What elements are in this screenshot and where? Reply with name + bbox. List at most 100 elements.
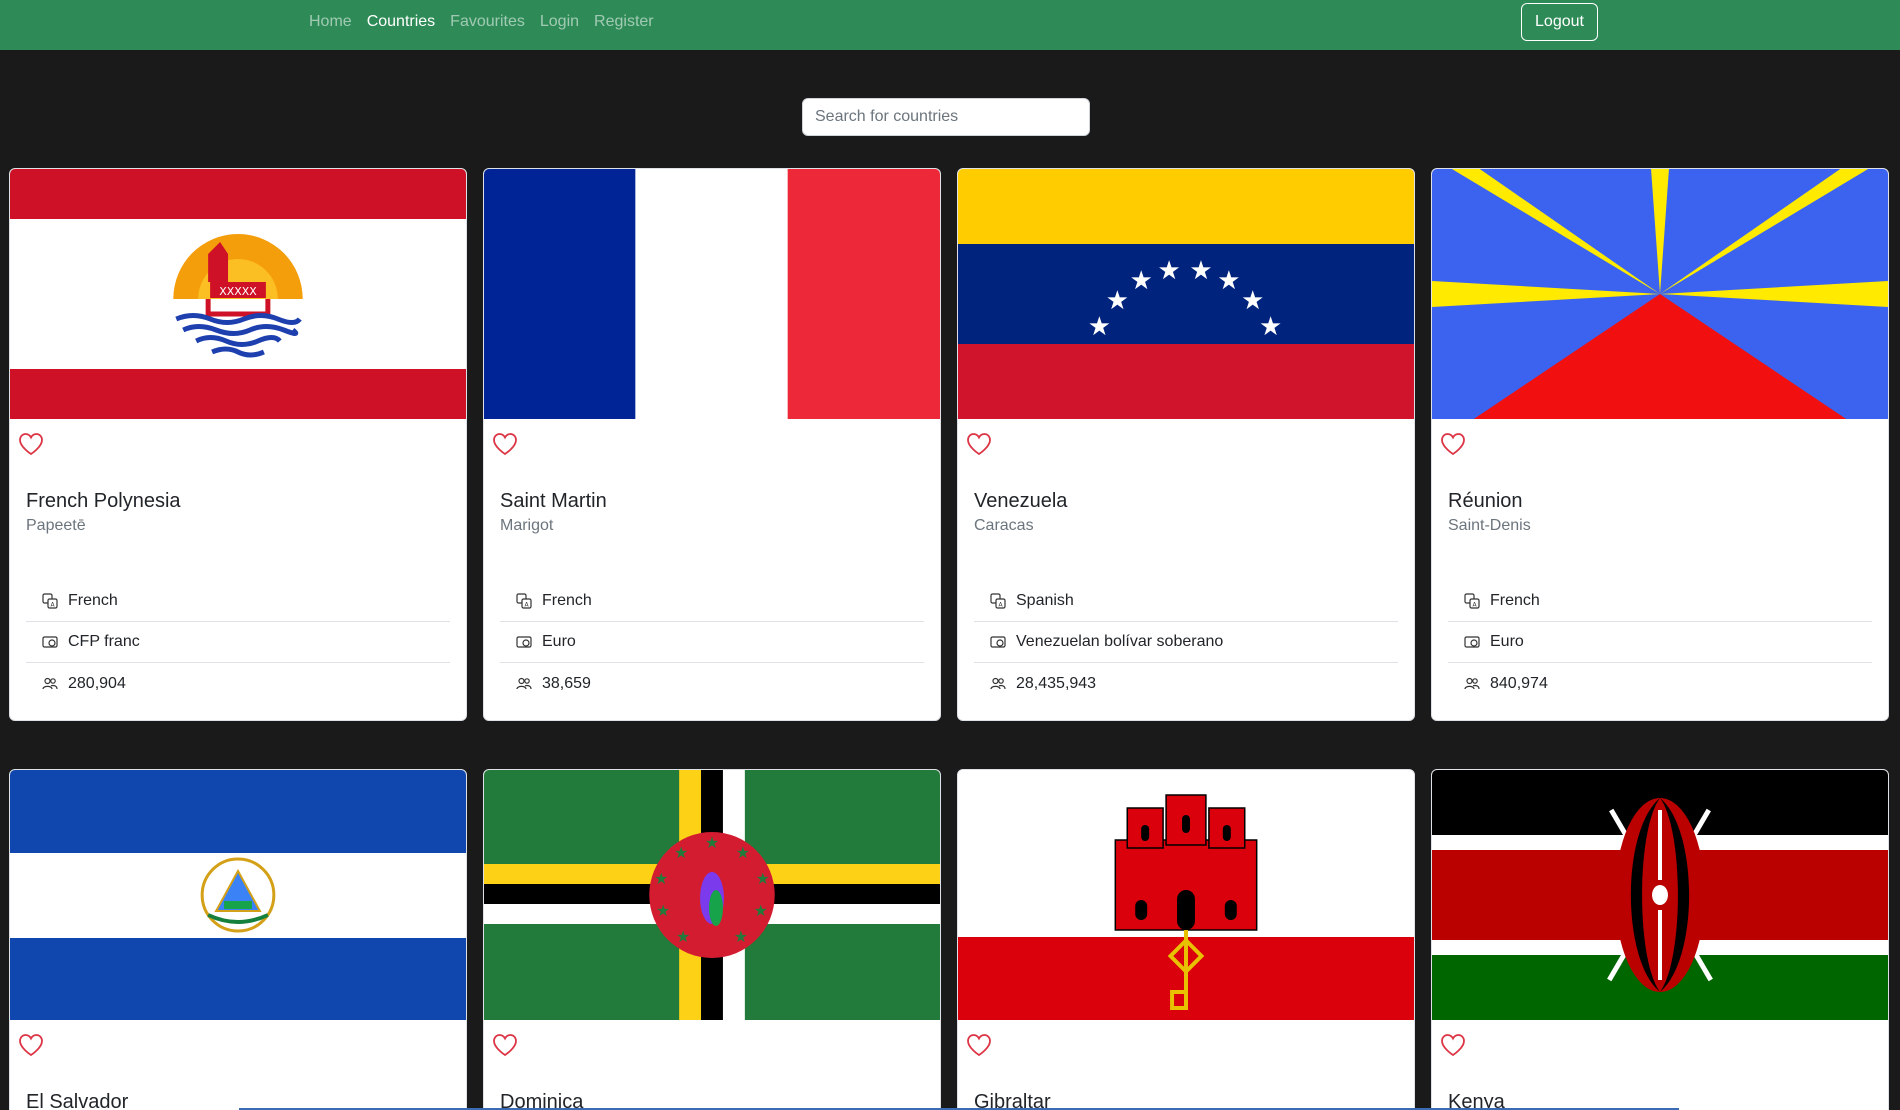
heart-icon[interactable] xyxy=(18,432,44,456)
currency-item: CFP franc xyxy=(26,622,450,663)
language-item: A French xyxy=(1448,581,1872,622)
country-card-venezuela[interactable]: ★ ★ ★ ★ ★ ★ ★ ★ Venezuela Caracas A Span… xyxy=(957,168,1415,721)
currency-item: Venezuelan bolívar soberano xyxy=(974,622,1398,663)
country-card-el-salvador[interactable]: El Salvador xyxy=(9,769,467,1110)
el-salvador-flag xyxy=(10,770,466,1020)
country-capital: Papeetē xyxy=(26,517,86,534)
country-name: El Salvador xyxy=(26,1091,129,1110)
svg-text:★: ★ xyxy=(756,869,770,888)
language-text: Spanish xyxy=(1016,592,1074,609)
svg-text:★: ★ xyxy=(1217,266,1240,296)
svg-text:★: ★ xyxy=(736,843,750,862)
heart-icon[interactable] xyxy=(492,1033,518,1057)
svg-text:★: ★ xyxy=(1259,312,1282,342)
svg-text:★: ★ xyxy=(1088,312,1111,342)
svg-text:★: ★ xyxy=(674,843,688,862)
nav-link-favourites[interactable]: Favourites xyxy=(450,13,525,31)
country-name: Saint Martin xyxy=(500,490,607,512)
country-card-gibraltar[interactable]: Gibraltar xyxy=(957,769,1415,1110)
population-text: 840,974 xyxy=(1490,674,1548,692)
svg-text:★: ★ xyxy=(734,927,748,946)
population-text: 280,904 xyxy=(68,674,126,692)
card-body: Dominica xyxy=(500,1090,924,1110)
nav-links: Home Countries Favourites Login Register xyxy=(309,0,669,44)
heart-icon[interactable] xyxy=(1440,1033,1466,1057)
country-capital: Saint-Denis xyxy=(1448,517,1531,534)
language-item: A French xyxy=(500,581,924,622)
french-polynesia-flag: XXXXX xyxy=(10,169,466,419)
currency-text: Venezuelan bolívar soberano xyxy=(1016,633,1224,650)
heart-icon[interactable] xyxy=(1440,432,1466,456)
country-card-reunion[interactable]: Réunion Saint-Denis A French Euro 840,97… xyxy=(1431,168,1889,721)
country-name: Réunion xyxy=(1448,490,1523,512)
svg-text:★: ★ xyxy=(754,901,768,920)
currency-text: Euro xyxy=(542,633,576,650)
search-input[interactable] xyxy=(802,98,1090,136)
population-item: 280,904 xyxy=(26,663,450,704)
population-item: 38,659 xyxy=(500,663,924,704)
currency-text: CFP franc xyxy=(68,633,140,650)
language-text: French xyxy=(68,592,118,609)
heart-icon[interactable] xyxy=(492,432,518,456)
population-text: 28,435,943 xyxy=(1016,674,1097,692)
nav-link-home[interactable]: Home xyxy=(309,13,352,31)
people-icon xyxy=(516,676,532,692)
language-item: A Spanish xyxy=(974,581,1398,622)
translate-icon: A xyxy=(1464,593,1480,609)
population-item: 28,435,943 xyxy=(974,663,1398,704)
currency-icon xyxy=(516,634,532,650)
card-body: French Polynesia Papeetē xyxy=(26,489,450,535)
nav-link-countries[interactable]: Countries xyxy=(367,13,435,31)
svg-text:★: ★ xyxy=(1189,256,1212,286)
country-capital: Marigot xyxy=(500,517,554,534)
language-text: French xyxy=(1490,592,1540,609)
people-icon xyxy=(990,676,1006,692)
heart-icon[interactable] xyxy=(966,1033,992,1057)
svg-text:★: ★ xyxy=(1130,266,1153,296)
translate-icon: A xyxy=(516,593,532,609)
translate-icon: A xyxy=(990,593,1006,609)
saint-martin-flag xyxy=(484,169,940,419)
country-name: Venezuela xyxy=(974,490,1068,512)
country-capital: Caracas xyxy=(974,517,1034,534)
country-name: French Polynesia xyxy=(26,490,181,512)
country-card-dominica[interactable]: ★ ★ ★ ★ ★ ★ ★ ★ ★ Dominica xyxy=(483,769,941,1110)
card-body: Saint Martin Marigot xyxy=(500,489,924,535)
country-name: Gibraltar xyxy=(974,1091,1051,1110)
card-body: Réunion Saint-Denis xyxy=(1448,489,1872,535)
country-info-list: A French Euro 840,974 xyxy=(1448,581,1872,704)
language-text: French xyxy=(542,592,592,609)
country-name: Dominica xyxy=(500,1091,584,1110)
country-info-list: A Spanish Venezuelan bolívar soberano 28… xyxy=(974,581,1398,704)
card-body: Gibraltar xyxy=(974,1090,1398,1110)
navbar: Home Countries Favourites Login Register… xyxy=(0,0,1900,50)
kenya-flag xyxy=(1432,770,1888,1020)
svg-text:★: ★ xyxy=(656,901,670,920)
currency-icon xyxy=(42,634,58,650)
population-item: 840,974 xyxy=(1448,663,1872,704)
language-item: A French xyxy=(26,581,450,622)
currency-icon xyxy=(1464,634,1480,650)
reunion-flag xyxy=(1432,169,1888,419)
people-icon xyxy=(1464,676,1480,692)
currency-icon xyxy=(990,634,1006,650)
svg-text:★: ★ xyxy=(705,833,719,852)
country-info-list: A French Euro 38,659 xyxy=(500,581,924,704)
svg-text:★: ★ xyxy=(654,869,668,888)
translate-icon: A xyxy=(42,593,58,609)
heart-icon[interactable] xyxy=(18,1033,44,1057)
logout-button[interactable]: Logout xyxy=(1521,3,1598,41)
people-icon xyxy=(42,676,58,692)
currency-item: Euro xyxy=(500,622,924,663)
country-info-list: A French CFP franc 280,904 xyxy=(26,581,450,704)
country-card-french-polynesia[interactable]: XXXXX French Polynesia Papeetē A French … xyxy=(9,168,467,721)
nav-link-register[interactable]: Register xyxy=(594,13,654,31)
svg-text:★: ★ xyxy=(1157,256,1180,286)
nav-link-login[interactable]: Login xyxy=(540,13,579,31)
card-body: Kenya xyxy=(1448,1090,1872,1110)
heart-icon[interactable] xyxy=(966,432,992,456)
country-card-saint-martin[interactable]: Saint Martin Marigot A French Euro 38,65… xyxy=(483,168,941,721)
country-card-kenya[interactable]: Kenya xyxy=(1431,769,1889,1110)
card-body: Venezuela Caracas xyxy=(974,489,1398,535)
gibraltar-flag xyxy=(958,770,1414,1020)
